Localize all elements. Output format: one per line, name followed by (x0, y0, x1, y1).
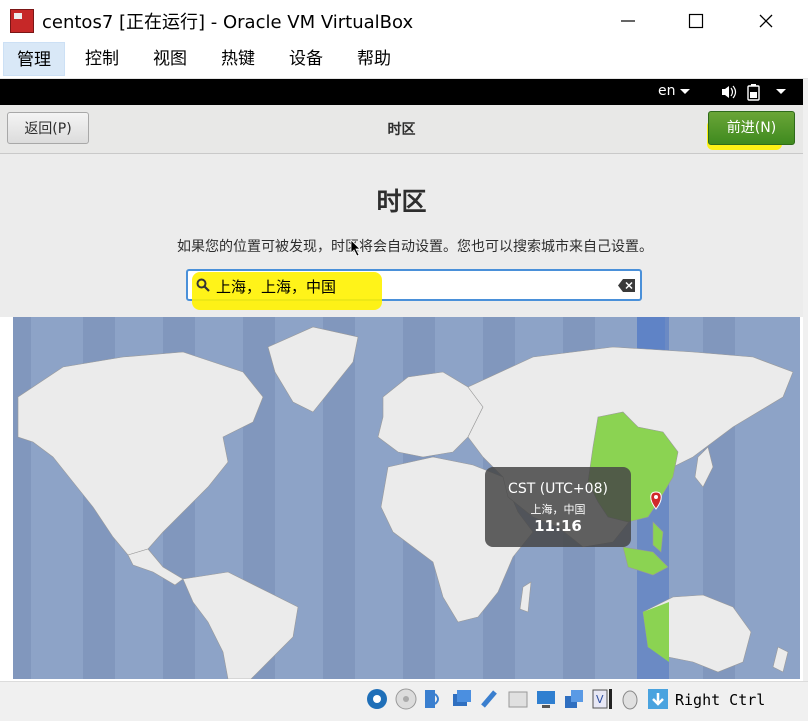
usb-icon[interactable] (479, 688, 501, 710)
installer-header: 返回(P) 时区 前进(N) (0, 105, 803, 154)
battery-icon[interactable] (746, 83, 762, 101)
video-capture-icon[interactable]: V (591, 688, 613, 710)
keyboard-capture-icon[interactable] (647, 688, 669, 710)
close-icon (759, 14, 773, 28)
next-button[interactable]: 前进(N) (708, 111, 795, 145)
clear-text-icon[interactable] (618, 279, 636, 292)
network-icon[interactable] (451, 688, 473, 710)
timezone-tooltip: CST (UTC+08) 上海，中国 11:16 (485, 467, 631, 547)
guest-top-bar: en (0, 79, 803, 105)
tooltip-location: 上海，中国 (530, 503, 586, 516)
menu-hotkey[interactable]: 热键 (208, 42, 268, 76)
language-indicator[interactable]: en (658, 83, 676, 99)
page-subtitle: 如果您的位置可被发现，时区将会自动设置。您也可以搜索城市来自己设置。 (177, 239, 653, 255)
virtualbox-icon (10, 9, 34, 33)
menu-manage[interactable]: 管理 (3, 42, 65, 76)
shared-folder-icon[interactable] (507, 688, 529, 710)
vm-screen[interactable]: en 返回(P) 时区 前进(N) 时区 如果您的位置可被发现，时区将会自动设置… (0, 79, 808, 681)
chevron-down-icon (680, 89, 690, 94)
system-menu-chevron-icon[interactable] (776, 88, 786, 96)
new-zealand-shape (772, 646, 789, 673)
mouse-cursor-icon (350, 239, 361, 257)
search-value: 上海，上海，中国 (216, 278, 337, 296)
tooltip-timezone: CST (UTC+08) (508, 481, 608, 497)
mouse-integration-icon[interactable] (619, 688, 641, 710)
maximize-icon (688, 13, 704, 29)
audio-icon[interactable] (423, 688, 445, 710)
tooltip-time: 11:16 (534, 517, 582, 535)
minimize-icon (621, 20, 635, 22)
minimize-button[interactable] (598, 0, 658, 42)
volume-icon[interactable] (720, 84, 738, 100)
window-titlebar: centos7 [正在运行] - Oracle VM VirtualBox (0, 0, 808, 42)
timezone-content: 时区 如果您的位置可被发现，时区将会自动设置。您也可以搜索城市来自己设置。 上海… (0, 154, 803, 317)
optical-drive-icon[interactable] (366, 688, 388, 710)
host-key-label: Right Ctrl (675, 691, 766, 709)
close-button[interactable] (736, 0, 796, 42)
display-icon[interactable] (535, 688, 557, 710)
maximize-button[interactable] (666, 0, 726, 42)
network-adapter-icon[interactable] (563, 688, 585, 710)
south-america-shape (182, 571, 299, 679)
menu-help[interactable]: 帮助 (344, 42, 404, 76)
search-icon (196, 278, 210, 292)
menu-devices[interactable]: 设备 (276, 42, 336, 76)
north-america-shape (17, 351, 264, 556)
menubar: 管理 控制 视图 热键 设备 帮助 (0, 42, 808, 79)
page-title: 时区 (376, 187, 427, 216)
header-title: 时区 (387, 122, 416, 138)
menu-control[interactable]: 控制 (72, 42, 132, 76)
city-search-input[interactable]: 上海，上海，中国 (186, 269, 642, 310)
timezone-map[interactable]: CST (UTC+08) 上海，中国 11:16 (13, 317, 800, 679)
svg-text:V: V (596, 693, 604, 706)
madagascar-shape (519, 581, 532, 613)
cd-icon[interactable] (395, 688, 417, 710)
europe-shape (377, 371, 484, 458)
menu-view[interactable]: 视图 (140, 42, 200, 76)
world-map[interactable] (13, 317, 800, 679)
vbox-statusbar: V Right Ctrl (0, 681, 808, 721)
window-title: centos7 [正在运行] - Oracle VM VirtualBox (42, 12, 414, 33)
